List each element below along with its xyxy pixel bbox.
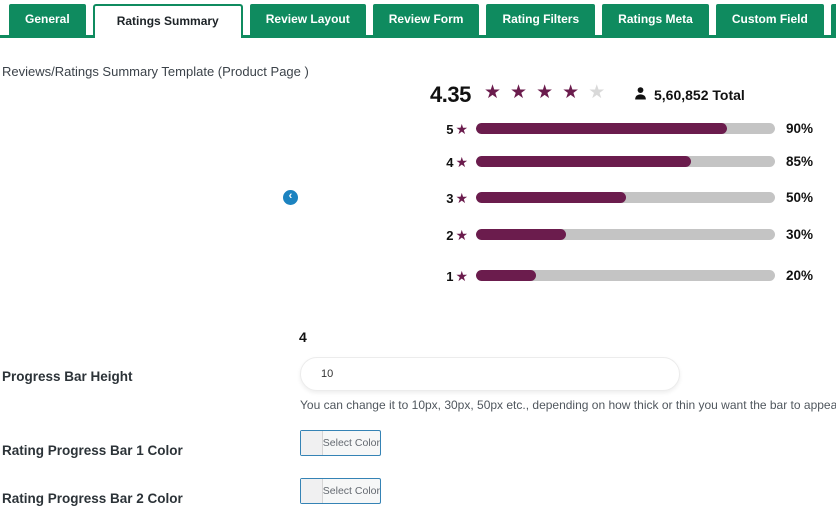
rating-row-5-star: 5★ 90% xyxy=(0,121,836,137)
bar1-select-color-button[interactable]: Select Color xyxy=(300,430,381,456)
progress-bar-height-input[interactable] xyxy=(300,357,680,391)
progress-bar-track xyxy=(476,192,775,203)
tab-custom-field[interactable]: Custom Field xyxy=(716,4,824,35)
progress-bar-fill xyxy=(476,192,626,203)
progress-bar-track xyxy=(476,123,775,134)
tab-ratings-meta[interactable]: Ratings Meta xyxy=(602,4,709,35)
progress-bar-track xyxy=(476,156,775,167)
progress-bar-track xyxy=(476,270,775,281)
total-reviews-count: 5,60,852 Total xyxy=(654,87,745,103)
star-icon: ★ xyxy=(455,154,468,170)
star-icon: ★ xyxy=(484,83,501,104)
tab-bar: General Ratings Summary Review Layout Re… xyxy=(0,4,836,38)
select-color-button-label: Select Color xyxy=(323,479,380,503)
person-icon xyxy=(633,86,648,101)
progress-bar-height-help: You can change it to 10px, 30px, 50px et… xyxy=(300,398,836,412)
rating-row-percent: 20% xyxy=(786,268,813,284)
tab-ratings-summary[interactable]: Ratings Summary xyxy=(93,4,243,38)
color-swatch xyxy=(301,431,323,455)
progress-bar-fill xyxy=(476,123,727,134)
rating-row-percent: 30% xyxy=(786,227,813,243)
bar2-select-color-button[interactable]: Select Color xyxy=(300,478,381,504)
average-rating-value: 4.35 xyxy=(430,82,471,108)
progress-bar-fill xyxy=(476,156,691,167)
tab-review-form[interactable]: Review Form xyxy=(373,4,480,35)
star-icon: ★ xyxy=(455,268,468,284)
progress-bar-track xyxy=(476,229,775,240)
star-icon: ★ xyxy=(588,83,605,104)
tab-review-layout[interactable]: Review Layout xyxy=(250,4,366,35)
rating-row-number: 2 xyxy=(446,228,453,243)
rating-row-percent: 90% xyxy=(786,121,813,137)
rating-row-number: 4 xyxy=(446,155,453,170)
template-section-label: Reviews/Ratings Summary Template (Produc… xyxy=(2,64,309,79)
star-icon: ★ xyxy=(536,83,553,104)
rating-row-1-star: 1★ 20% xyxy=(0,268,836,284)
rating-row-2-star: 2★ 30% xyxy=(0,227,836,243)
rating-row-number: 1 xyxy=(446,269,453,284)
bar2-color-label: Rating Progress Bar 2 Color xyxy=(2,491,183,506)
progress-bar-fill xyxy=(476,229,566,240)
rating-row-percent: 50% xyxy=(786,190,813,206)
current-height-value: 4 xyxy=(299,329,307,345)
star-icon: ★ xyxy=(455,227,468,243)
bar1-color-label: Rating Progress Bar 1 Color xyxy=(2,443,183,458)
rating-row-percent: 85% xyxy=(786,154,813,170)
tab-rating-filters[interactable]: Rating Filters xyxy=(486,4,595,35)
rating-row-number: 5 xyxy=(446,122,453,137)
color-swatch xyxy=(301,479,323,503)
rating-row-number: 3 xyxy=(446,191,453,206)
star-icon: ★ xyxy=(510,83,527,104)
average-rating-stars: ★ ★ ★ ★ ★ xyxy=(484,83,605,104)
select-color-button-label: Select Color xyxy=(323,431,380,455)
rating-row-4-star: 4★ 85% xyxy=(0,154,836,170)
progress-bar-height-label: Progress Bar Height xyxy=(2,369,133,384)
tab-general[interactable]: General xyxy=(9,4,86,35)
progress-bar-fill xyxy=(476,270,536,281)
star-icon: ★ xyxy=(562,83,579,104)
star-icon: ★ xyxy=(455,190,468,206)
tab-review-notification[interactable]: Review Notification xyxy=(831,4,836,35)
plugin-settings-screen: General Ratings Summary Review Layout Re… xyxy=(0,0,836,525)
star-icon: ★ xyxy=(455,121,468,137)
rating-row-3-star: 3★ 50% xyxy=(0,190,836,206)
